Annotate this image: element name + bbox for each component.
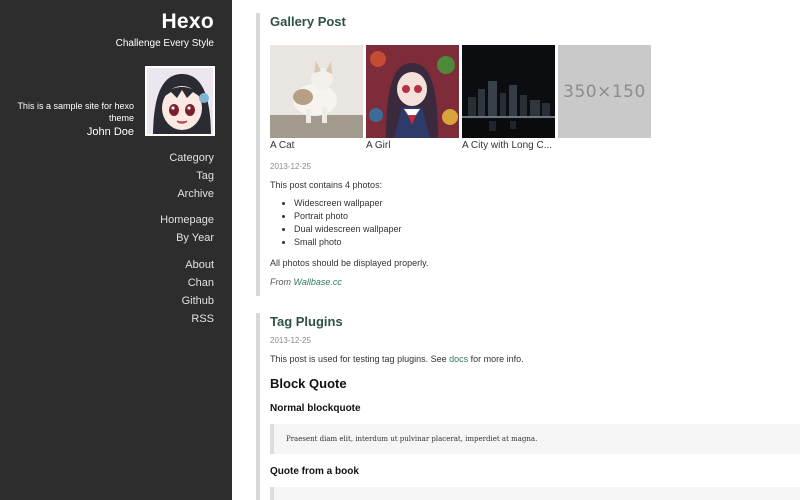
- sidebar: Hexo Challenge Every Style This is a sam…: [0, 0, 232, 500]
- site-subtitle: Challenge Every Style: [115, 38, 214, 49]
- gallery-item[interactable]: A Cat: [270, 45, 363, 151]
- blockquote: Praesent diam elit, interdum ut pulvinar…: [270, 424, 800, 454]
- post-date: 2013-12-25: [270, 162, 311, 171]
- gallery-item[interactable]: A Girl: [366, 45, 459, 151]
- blockquote: [270, 487, 800, 500]
- nav-homepage[interactable]: Homepage: [160, 211, 214, 229]
- nav-tag[interactable]: Tag: [169, 167, 214, 185]
- intro-text-after: for more info.: [470, 354, 524, 364]
- list-item: Widescreen wallpaper: [294, 197, 800, 210]
- source-prefix: From: [270, 277, 291, 287]
- nav-category[interactable]: Category: [169, 149, 214, 167]
- placeholder-image[interactable]: 350×150: [558, 45, 651, 138]
- gallery-caption: A Girl: [366, 140, 391, 151]
- gallery-caption: A City with Long C...: [462, 140, 553, 151]
- nav-rss[interactable]: RSS: [182, 310, 214, 328]
- nav-group-1: Category Tag Archive: [169, 149, 214, 203]
- gallery-item[interactable]: A City with Long C...: [462, 45, 555, 151]
- avatar: [145, 66, 215, 136]
- post-note: All photos should be displayed properly.: [270, 258, 429, 268]
- anime-girl-photo[interactable]: [366, 45, 459, 138]
- author-name: John Doe: [86, 126, 134, 138]
- nav-about[interactable]: About: [182, 256, 214, 274]
- list-item: Small photo: [294, 236, 800, 249]
- cat-photo[interactable]: [270, 45, 363, 138]
- post-source: From Wallbase.cc: [270, 277, 800, 287]
- gallery-post: Gallery Post A Cat A Girl A City with Lo…: [256, 13, 800, 296]
- site-title[interactable]: Hexo: [161, 10, 214, 34]
- gallery-caption: A Cat: [270, 140, 295, 151]
- subsection-heading: Normal blockquote: [270, 403, 361, 414]
- site-description: This is a sample site for hexo theme: [17, 101, 134, 123]
- subsection-heading: Quote from a book: [270, 466, 359, 477]
- nav-group-2: Homepage By Year: [160, 211, 214, 247]
- gallery-item[interactable]: 350×150: [558, 45, 651, 151]
- main-content: Gallery Post A Cat A Girl A City with Lo…: [232, 0, 800, 500]
- list-item: Portrait photo: [294, 210, 800, 223]
- source-link[interactable]: Wallbase.cc: [294, 277, 342, 287]
- section-heading: Block Quote: [270, 376, 347, 391]
- nav-group-3: About Chan Github RSS: [182, 256, 214, 328]
- avatar-image: [147, 68, 213, 134]
- tag-plugins-post: Tag Plugins 2013-12-25 This post is used…: [256, 313, 800, 500]
- nav-chan[interactable]: Chan: [182, 274, 214, 292]
- post-intro: This post contains 4 photos:: [270, 180, 383, 190]
- photo-list: Widescreen wallpaper Portrait photo Dual…: [294, 197, 800, 249]
- city-night-photo[interactable]: [462, 45, 555, 138]
- post-title[interactable]: Tag Plugins: [270, 314, 800, 329]
- post-date: 2013-12-25: [270, 336, 311, 345]
- nav-github[interactable]: Github: [182, 292, 214, 310]
- nav-archive[interactable]: Archive: [169, 185, 214, 203]
- photo-gallery: A Cat A Girl A City with Long C... 350×1…: [270, 45, 800, 151]
- intro-text: This post is used for testing tag plugin…: [270, 354, 447, 364]
- post-intro: This post is used for testing tag plugin…: [270, 354, 800, 364]
- docs-link[interactable]: docs: [449, 354, 468, 364]
- list-item: Dual widescreen wallpaper: [294, 223, 800, 236]
- post-title[interactable]: Gallery Post: [270, 14, 800, 29]
- nav-by-year[interactable]: By Year: [160, 229, 214, 247]
